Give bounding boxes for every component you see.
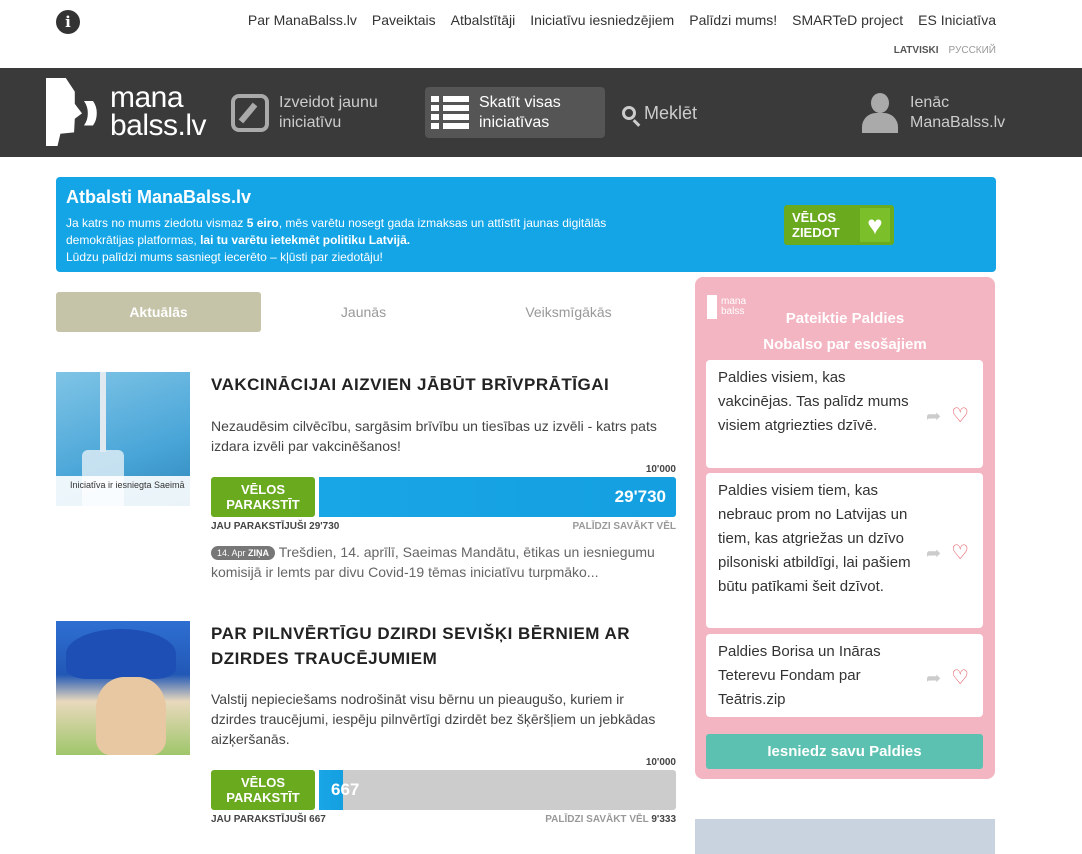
- initiative-image[interactable]: Iniciatīva ir iesniegta Saeimā: [56, 372, 190, 506]
- create-initiative-link[interactable]: Izveidot jaunu iniciatīvu: [231, 93, 378, 133]
- thanks-text: Paldies visiem tiem, kas nebrauc prom no…: [718, 482, 911, 595]
- progress-bar: 667: [319, 770, 676, 810]
- submitted-caption: Iniciatīva ir iesniegta Saeimā: [56, 476, 190, 506]
- initiative-description: Nezaudēsim cilvēcību, sargāsim brīvību u…: [211, 418, 657, 454]
- list-icon: [431, 93, 469, 132]
- top-nav-supporters[interactable]: Atbalstītāji: [451, 12, 516, 28]
- tab-current[interactable]: Aktuālās: [56, 292, 261, 332]
- view-all-initiatives-link[interactable]: Skatīt visas iniciatīvas: [425, 87, 605, 138]
- thanks-card: Paldies visiem tiem, kas nebrauc prom no…: [706, 473, 983, 628]
- heart-icon: ♥: [860, 208, 890, 242]
- heart-icon[interactable]: ♡: [951, 666, 969, 690]
- login-link[interactable]: Ienāc ManaBalss.lv: [860, 93, 1005, 133]
- heart-icon[interactable]: ♡: [951, 541, 969, 565]
- news-text: Trešdien, 14. aprīlī, Saeimas Mandātu, ē…: [211, 544, 655, 580]
- signature-count: 667: [331, 780, 360, 799]
- help-collect-label: PALĪDZI SAVĀKT VĒL: [545, 814, 649, 825]
- news-item[interactable]: 14. Apr ZIŅA Trešdien, 14. aprīlī, Saeim…: [211, 542, 671, 582]
- view-line1: Skatīt visas: [479, 93, 561, 111]
- initiative-card: Iniciatīva ir iesniegta Saeimā VAKCINĀCI…: [56, 372, 676, 587]
- signed-value: 667: [309, 814, 326, 825]
- view-line2: iniciatīvas: [479, 113, 550, 131]
- tab-new[interactable]: Jaunās: [261, 292, 466, 332]
- top-nav-submitters[interactable]: Iniciatīvu iesniedzējiem: [530, 12, 674, 28]
- logo-head-icon: [46, 78, 82, 146]
- top-nav: Par ManaBalss.lv Paveiktais Atbalstītāji…: [248, 12, 996, 28]
- top-nav-smarted[interactable]: SMARTeD project: [792, 12, 903, 28]
- language-switcher: LATVISKI РУССКИЙ: [894, 45, 996, 56]
- user-icon: [860, 93, 900, 133]
- search-label: Meklēt: [644, 103, 698, 123]
- thanks-card: Paldies visiem, kas vakcinējas. Tas palī…: [706, 360, 983, 468]
- heart-icon[interactable]: ♡: [951, 404, 969, 428]
- logo-text-line1: mana: [110, 81, 184, 114]
- signed-value: 29'730: [309, 521, 340, 532]
- progress-bar: 29'730: [319, 477, 676, 517]
- signature-progress: 10'000 VĒLOS PARAKSTĪT 667 JAU PARAKSTĪJ…: [211, 757, 676, 825]
- thanks-text: Paldies visiem, kas vakcinējas. Tas palī…: [718, 369, 909, 434]
- submit-thanks-button[interactable]: Iesniedz savu Paldies: [706, 734, 983, 769]
- main-header: ))) mana balss.lv Izveidot jaunu iniciat…: [0, 68, 1082, 157]
- top-nav-about[interactable]: Par ManaBalss.lv: [248, 12, 357, 28]
- help-collect-value: 9'333: [651, 814, 676, 825]
- create-line2: iniciatīvu: [279, 114, 342, 131]
- initiative-title[interactable]: PAR PILNVĒRTĪGU DZIRDI SEVIŠĶI BĒRNIEM A…: [211, 621, 676, 671]
- support-banner: Atbalsti ManaBalss.lv Ja katrs no mums z…: [56, 177, 996, 272]
- search-icon: [622, 106, 636, 120]
- signed-label: JAU PARAKSTĪJUŠI: [211, 814, 307, 825]
- sign-button[interactable]: VĒLOS PARAKSTĪT: [211, 770, 315, 810]
- goal-label: 10'000: [645, 757, 676, 768]
- logo-sound-waves-icon: ))): [84, 96, 98, 126]
- lang-latvian[interactable]: LATVISKI: [894, 45, 939, 56]
- info-icon[interactable]: i: [56, 10, 80, 34]
- login-line1: Ienāc: [910, 94, 950, 111]
- top-nav-achievements[interactable]: Paveiktais: [372, 12, 436, 28]
- logo-text-line2: balss.lv: [110, 109, 207, 142]
- initiative-card: PAR PILNVĒRTĪGU DZIRDI SEVIŠĶI BĒRNIEM A…: [56, 621, 676, 831]
- signature-count: 29'730: [614, 487, 666, 506]
- login-line2: ManaBalss.lv: [910, 114, 1006, 131]
- tab-successful[interactable]: Veiksmīgākās: [466, 292, 671, 332]
- signature-progress: 10'000 VĒLOS PARAKSTĪT 29'730 JAU PARAKS…: [211, 464, 676, 532]
- top-nav-help-us[interactable]: Palīdzi mums!: [689, 12, 777, 28]
- thanks-card: Paldies Borisa un Ināras Teterevu Fondam…: [706, 634, 983, 717]
- share-icon[interactable]: ➦: [926, 404, 941, 428]
- initiative-image[interactable]: [56, 621, 190, 755]
- site-logo[interactable]: ))) mana balss.lv: [46, 78, 216, 148]
- news-badge: 14. Apr ZIŅA: [211, 546, 276, 560]
- thanks-text: Paldies Borisa un Ināras Teterevu Fondam…: [718, 643, 881, 708]
- thanks-sidebar: mana balss Pateiktie Paldies Nobalso par …: [695, 277, 995, 779]
- edit-icon: [231, 94, 269, 132]
- sidebar-title: Pateiktie Paldies Nobalso par esošajiem: [763, 310, 927, 353]
- goal-label: 10'000: [645, 464, 676, 475]
- help-collect-label: PALĪDZI SAVĀKT VĒL: [572, 521, 676, 532]
- create-line1: Izveidot jaunu: [279, 94, 378, 111]
- donate-button[interactable]: VĒLOS ZIEDOT ♥: [784, 205, 894, 245]
- lang-russian[interactable]: РУССКИЙ: [949, 45, 996, 56]
- share-icon[interactable]: ➦: [926, 541, 941, 565]
- signed-label: JAU PARAKSTĪJUŠI: [211, 521, 307, 532]
- initiative-tabs: Aktuālās Jaunās Veiksmīgākās: [56, 292, 673, 332]
- search-link[interactable]: Meklēt: [622, 103, 697, 123]
- sidebar-banner: [695, 819, 995, 854]
- top-nav-eu-initiative[interactable]: ES Iniciatīva: [918, 12, 996, 28]
- initiative-title[interactable]: VAKCINĀCIJAI AIZVIEN JĀBŪT BRĪVPRĀTĪGAI: [211, 372, 676, 397]
- initiative-description: Valstij nepieciešams nodrošināt visu bēr…: [211, 691, 656, 747]
- sign-button[interactable]: VĒLOS PARAKSTĪT: [211, 477, 315, 517]
- share-icon[interactable]: ➦: [926, 666, 941, 690]
